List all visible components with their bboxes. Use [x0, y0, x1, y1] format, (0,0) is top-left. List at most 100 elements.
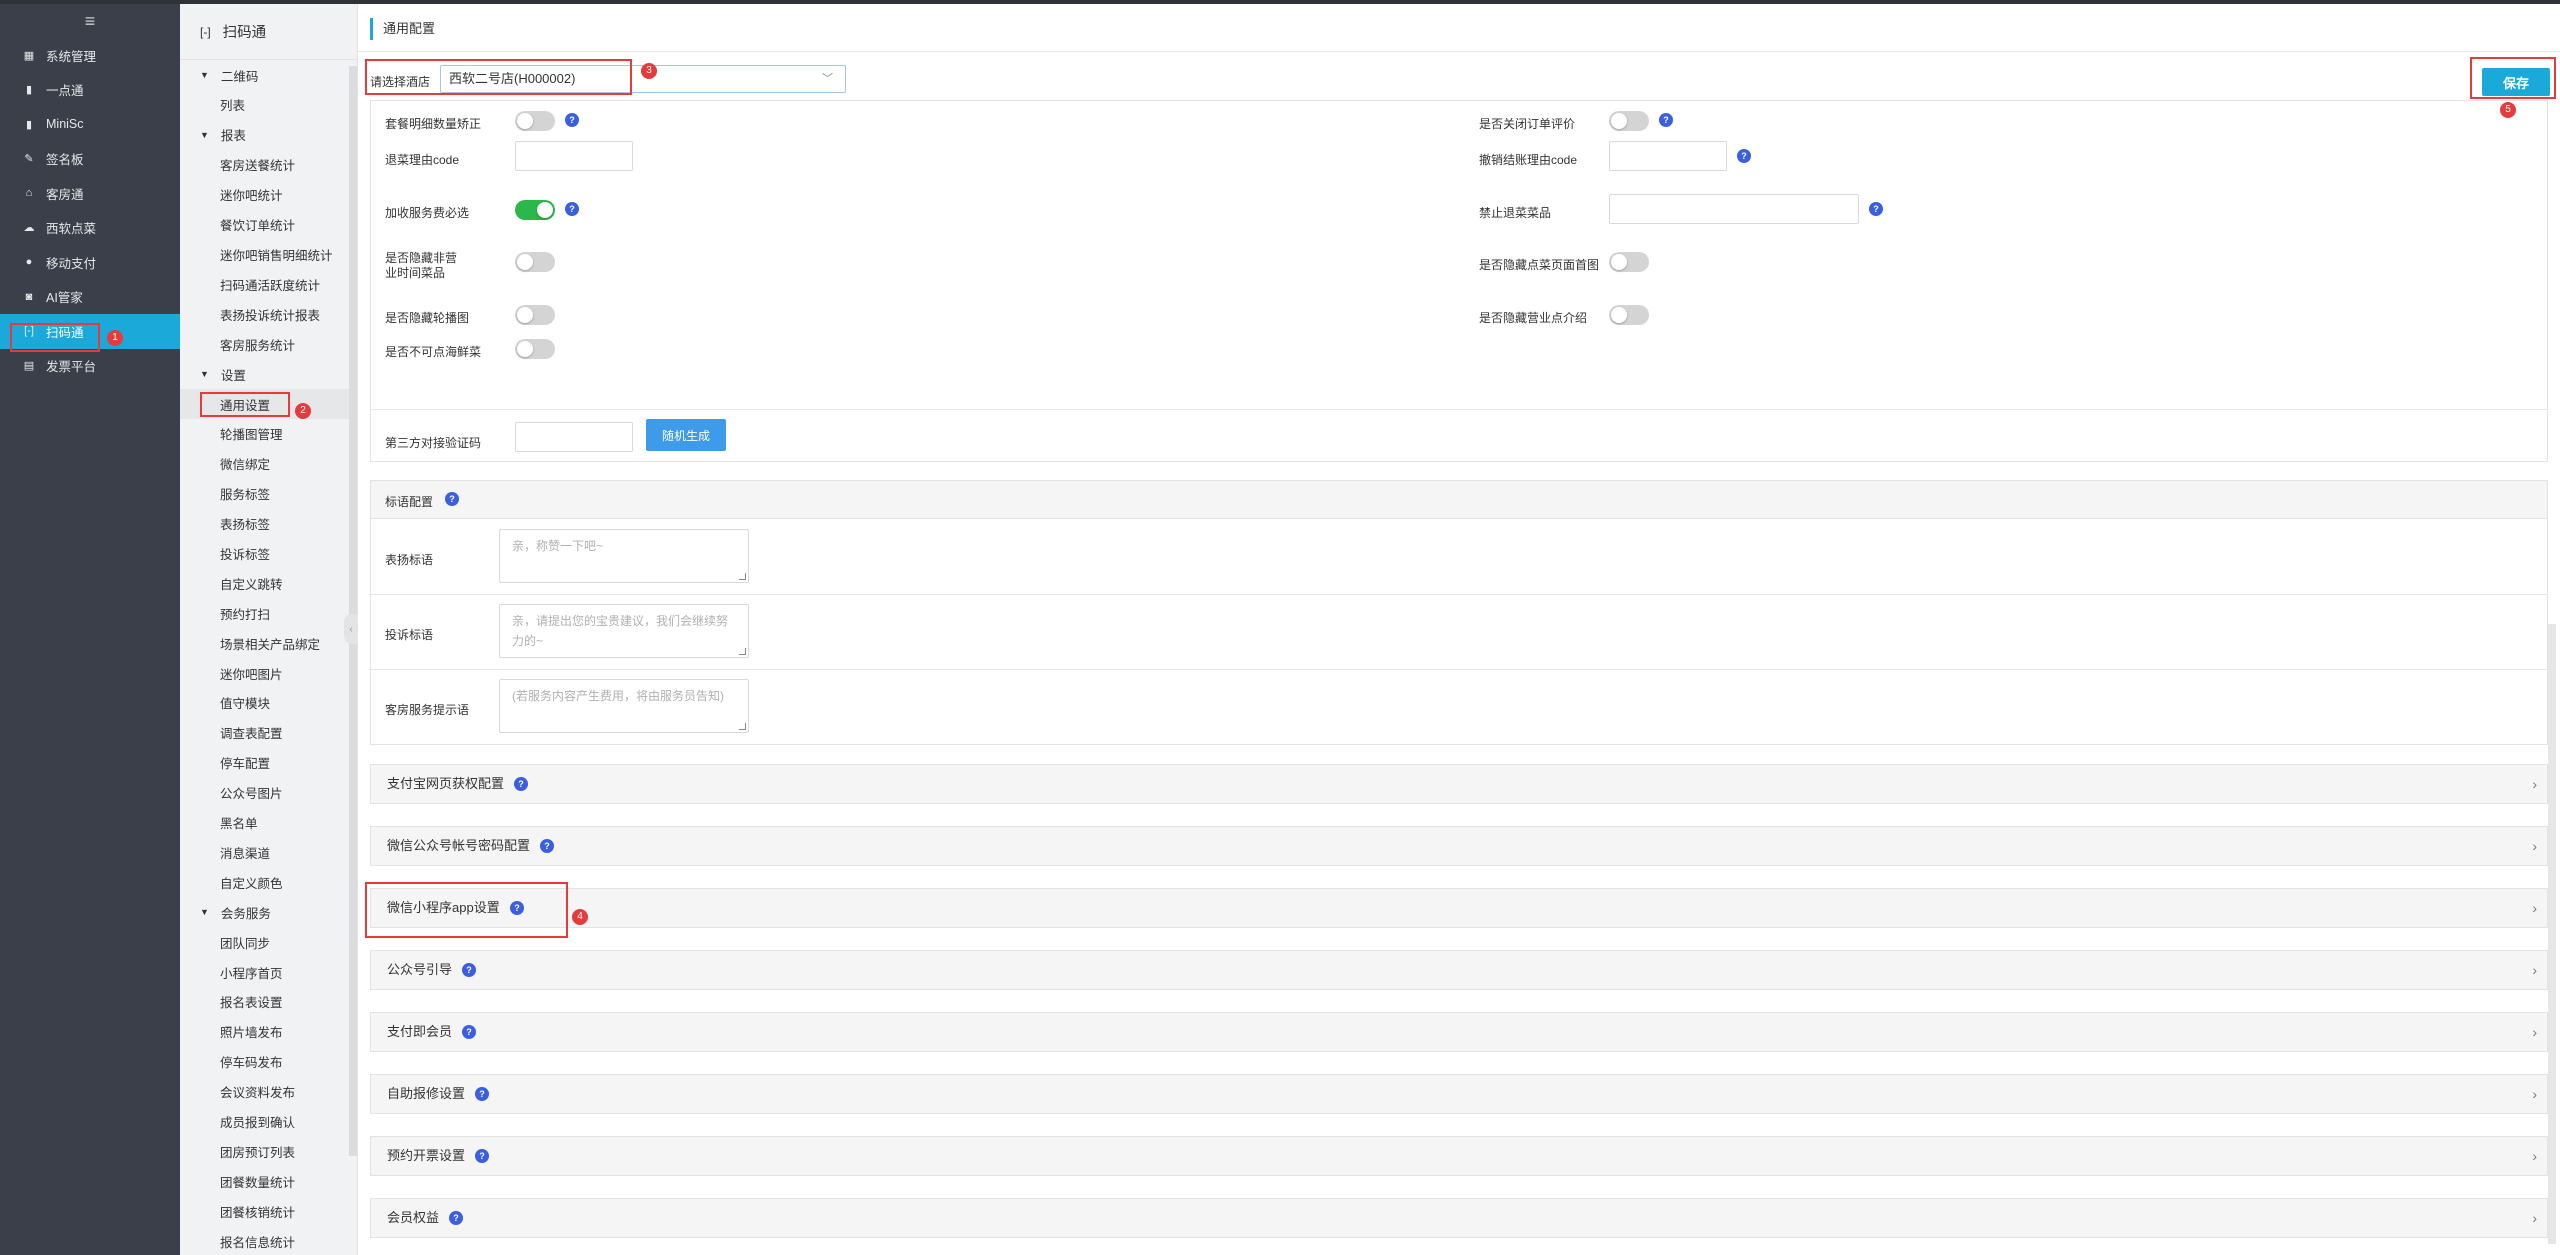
- nav-subitem[interactable]: 服务标签: [180, 479, 357, 509]
- sidebar-item-label: AI管家: [46, 291, 83, 306]
- accordion-section[interactable]: 公众号引导? ›: [370, 950, 2548, 990]
- help-icon[interactable]: ?: [462, 1025, 476, 1039]
- page-scrollbar[interactable]: [2548, 624, 2556, 1244]
- menu-toggle-icon[interactable]: ≡: [0, 4, 180, 38]
- nav-subitem[interactable]: 表扬标签: [180, 509, 357, 539]
- nav-subitem[interactable]: 报名表设置: [180, 987, 357, 1017]
- nav-subitem[interactable]: 客房送餐统计: [180, 150, 357, 180]
- nav-subitem[interactable]: 迷你吧统计: [180, 180, 357, 210]
- nav-subitem[interactable]: 小程序首页: [180, 957, 357, 987]
- collapse-sidebar-handle[interactable]: ‹: [344, 614, 358, 644]
- nav-subitem[interactable]: 投诉标签: [180, 539, 357, 569]
- nav-subitem[interactable]: 自定义跳转: [180, 568, 357, 598]
- nav-subitem[interactable]: 消息渠道: [180, 837, 357, 867]
- nav-subitem[interactable]: 自定义颜色: [180, 867, 357, 897]
- sidebar-item[interactable]: ▮ MiniSc: [0, 107, 180, 142]
- toggle-switch[interactable]: [515, 111, 555, 131]
- accordion-section[interactable]: 微信公众号帐号密码配置? ›: [370, 826, 2548, 866]
- help-icon[interactable]: ?: [475, 1149, 489, 1163]
- accordion-section[interactable]: 支付即会员? ›: [370, 1012, 2548, 1052]
- sidebar-item[interactable]: ▮ 一点通: [0, 73, 180, 108]
- help-icon[interactable]: ?: [462, 963, 476, 977]
- toggle-switch[interactable]: [1609, 111, 1649, 131]
- chevron-right-icon: ›: [2532, 1210, 2537, 1226]
- nav-subitem[interactable]: 成员报到确认: [180, 1107, 357, 1137]
- toggle-switch[interactable]: [515, 305, 555, 325]
- nav-subitem[interactable]: 团队同步: [180, 927, 357, 957]
- nav-subitem[interactable]: 团餐核销统计: [180, 1196, 357, 1226]
- help-icon[interactable]: ?: [449, 1211, 463, 1225]
- nav-subitem[interactable]: 列表: [180, 90, 357, 120]
- slogan-textarea[interactable]: (若服务内容产生费用，将由服务员告知): [499, 679, 749, 733]
- sidebar-item[interactable]: ● 移动支付: [0, 245, 180, 280]
- nav-subitem[interactable]: 轮播图管理: [180, 419, 357, 449]
- slogan-textarea[interactable]: 亲，称赞一下吧~: [499, 529, 749, 583]
- annotation-number: 2: [295, 403, 311, 419]
- nav-subitem[interactable]: 停车码发布: [180, 1047, 357, 1077]
- text-input[interactable]: [1609, 141, 1727, 171]
- sidebar-item[interactable]: ▤ 发票平台: [0, 349, 180, 384]
- help-icon[interactable]: ?: [565, 202, 579, 216]
- nav-subitem[interactable]: 团房预订列表: [180, 1137, 357, 1167]
- help-icon[interactable]: ?: [475, 1087, 489, 1101]
- nav-subitem[interactable]: 照片墙发布: [180, 1017, 357, 1047]
- nav-subitem[interactable]: 迷你吧图片: [180, 658, 357, 688]
- accordion-title: 公众号引导: [387, 962, 453, 977]
- toggle-switch[interactable]: [515, 339, 555, 359]
- help-icon[interactable]: ?: [445, 492, 459, 506]
- nav-group[interactable]: ▼ 会务服务: [180, 897, 357, 927]
- accordion-section[interactable]: 支付宝网页获权配置? ›: [370, 764, 2548, 804]
- robot-icon: ◙: [25, 290, 33, 303]
- nav-subitem[interactable]: 会议资料发布: [180, 1077, 357, 1107]
- slogan-textarea[interactable]: 亲，请提出您的宝贵建议，我们会继续努力的~: [499, 604, 749, 658]
- accordion-section[interactable]: 会员权益? ›: [370, 1198, 2548, 1238]
- nav-subitem[interactable]: 迷你吧销售明细统计: [180, 240, 357, 270]
- invoice-icon: ▤: [23, 360, 35, 373]
- nav-subitem[interactable]: 客房服务统计: [180, 329, 357, 359]
- nav-subitem[interactable]: 扫码通活跃度统计: [180, 269, 357, 299]
- text-input[interactable]: [515, 141, 633, 171]
- help-icon[interactable]: ?: [1869, 202, 1883, 216]
- nav-subitem[interactable]: 团餐数量统计: [180, 1166, 357, 1196]
- verify-code-input[interactable]: [515, 422, 633, 452]
- nav-group[interactable]: ▼ 报表: [180, 120, 357, 150]
- scan-icon: [-]: [200, 24, 211, 39]
- nav-subitem[interactable]: 调查表配置: [180, 718, 357, 748]
- random-generate-button[interactable]: 随机生成: [646, 419, 726, 451]
- help-icon[interactable]: ?: [540, 839, 554, 853]
- sidebar-item[interactable]: ✎ 签名板: [0, 142, 180, 177]
- help-icon[interactable]: ?: [1737, 149, 1751, 163]
- sidebar-item[interactable]: ⌂ 客房通: [0, 176, 180, 211]
- nav-subitem[interactable]: 黑名单: [180, 808, 357, 838]
- nav-subitem[interactable]: 停车配置: [180, 748, 357, 778]
- nav-group[interactable]: ▼ 二维码: [180, 60, 357, 90]
- help-icon[interactable]: ?: [565, 113, 579, 127]
- accordion-section[interactable]: 微信小程序app设置? ›: [370, 888, 2548, 928]
- toggle-switch[interactable]: [1609, 252, 1649, 272]
- accordion-section[interactable]: 自助报修设置? ›: [370, 1074, 2548, 1114]
- help-icon[interactable]: ?: [1659, 113, 1673, 127]
- nav-subitem[interactable]: 值守模块: [180, 688, 357, 718]
- nav-group[interactable]: ▼ 设置: [180, 359, 357, 389]
- nav-subitem[interactable]: 公众号图片: [180, 778, 357, 808]
- text-input[interactable]: [1609, 194, 1859, 224]
- pen-icon: ✎: [24, 153, 34, 166]
- help-icon[interactable]: ?: [514, 777, 528, 791]
- nav-subitem[interactable]: 报名信息统计: [180, 1226, 357, 1255]
- nav-subitem[interactable]: 场景相关产品绑定: [180, 628, 357, 658]
- sidebar-item[interactable]: ▦ 系统管理: [0, 38, 180, 73]
- sidebar-scrollbar[interactable]: [349, 66, 357, 1156]
- sidebar-item[interactable]: ☁ 西软点菜: [0, 211, 180, 246]
- nav-subitem[interactable]: 餐饮订单统计: [180, 210, 357, 240]
- annotation-box: [10, 323, 100, 352]
- chevron-right-icon: ›: [2532, 838, 2537, 854]
- toggle-switch[interactable]: [1609, 305, 1649, 325]
- toggle-switch[interactable]: [515, 252, 555, 272]
- nav-subitem[interactable]: 预约打扫: [180, 598, 357, 628]
- toggle-switch[interactable]: [515, 200, 555, 220]
- sidebar-item[interactable]: ◙ AI管家: [0, 280, 180, 315]
- nav-subitem[interactable]: 微信绑定: [180, 449, 357, 479]
- nav-subitem[interactable]: 表扬投诉统计报表: [180, 299, 357, 329]
- accordion-section[interactable]: 预约开票设置? ›: [370, 1136, 2548, 1176]
- setting-label: 是否关闭订单评价: [1479, 117, 1576, 131]
